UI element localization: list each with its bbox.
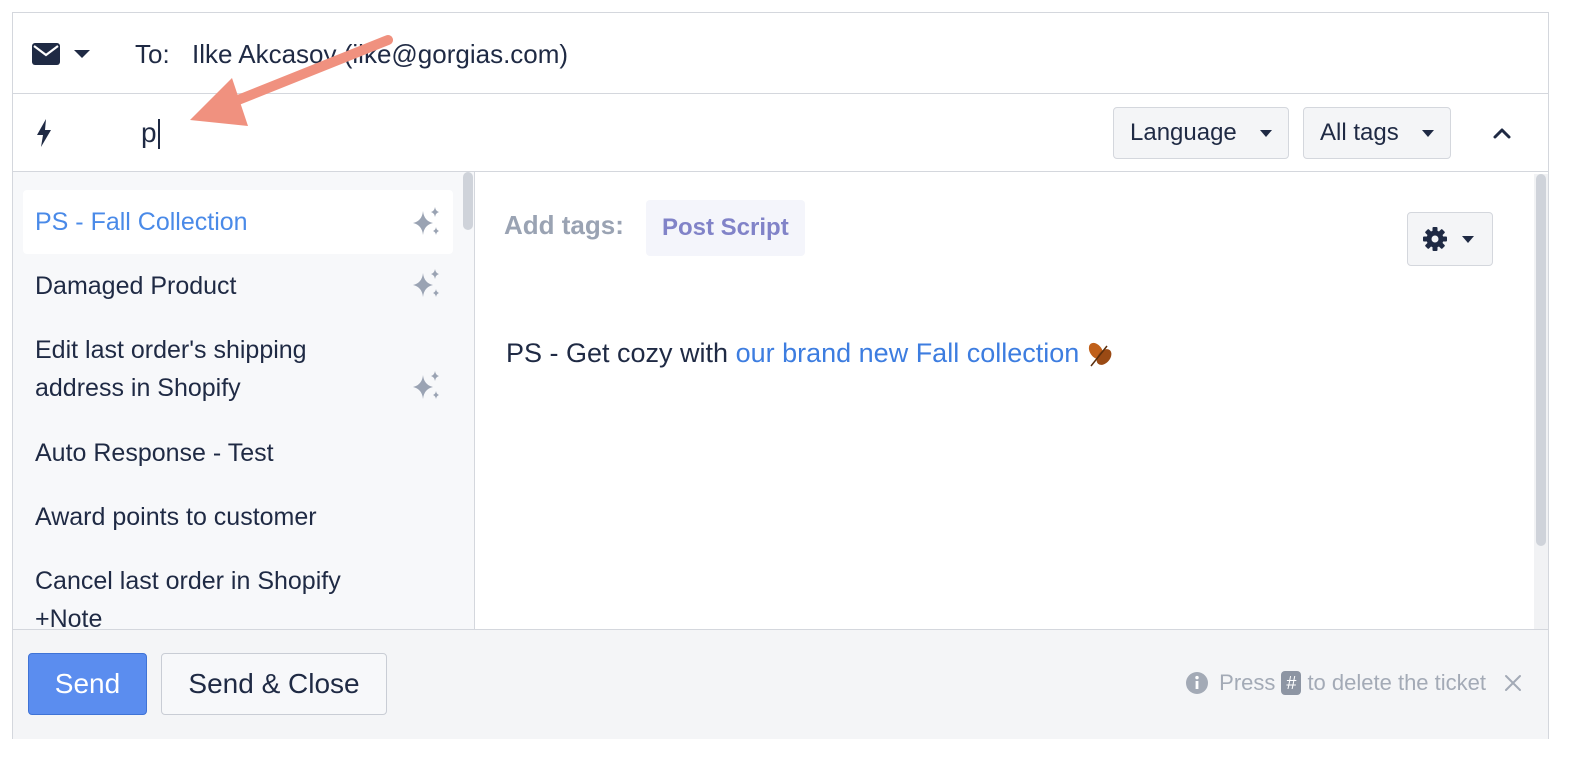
preview-link[interactable]: our brand new Fall collection	[736, 338, 1080, 368]
chevron-down-icon	[1260, 129, 1272, 137]
composer-footer: Send Send & Close Press # to delete the …	[13, 629, 1548, 739]
macro-label: Award points to customer	[35, 503, 317, 531]
macro-label: Auto Response - Test	[35, 439, 274, 467]
macro-label: Damaged Product	[35, 272, 237, 300]
preview-scrollbar[interactable]	[1534, 174, 1548, 629]
hint-prefix: Press	[1219, 670, 1276, 695]
preview-scrollbar-thumb[interactable]	[1536, 174, 1546, 546]
language-dropdown[interactable]: Language	[1113, 107, 1289, 159]
list-item[interactable]: Damaged Product	[23, 267, 453, 305]
tag-label: Post Script	[662, 214, 789, 241]
hint-key: #	[1281, 671, 1302, 695]
list-item[interactable]: Edit last order's shipping address in Sh…	[23, 331, 453, 407]
preview-body: PS - Get cozy with our brand new Fall co…	[506, 338, 1115, 370]
envelope-icon	[32, 43, 60, 65]
macro-label: PS - Fall Collection	[35, 208, 248, 236]
add-tags-label: Add tags:	[504, 210, 624, 240]
list-item[interactable]: Cancel last order in Shopify +Note	[23, 562, 453, 629]
tags-dropdown-label: All tags	[1320, 119, 1399, 146]
sparkle-icon	[413, 269, 439, 297]
list-item[interactable]: Auto Response - Test	[23, 434, 453, 472]
send-button[interactable]: Send	[28, 653, 147, 715]
recipient-row: To: Ilke Akcasoy (ilke@gorgias.com)	[13, 13, 1548, 94]
list-item[interactable]: PS - Fall Collection	[23, 190, 453, 254]
chevron-up-icon[interactable]	[1489, 120, 1515, 146]
text-caret	[158, 119, 160, 149]
hint-suffix: to delete the ticket	[1307, 670, 1486, 695]
gear-icon	[1423, 227, 1447, 251]
language-dropdown-label: Language	[1130, 119, 1237, 146]
macro-label: Cancel last order in Shopify +Note	[35, 567, 341, 629]
to-label: To:	[135, 39, 170, 69]
macro-preview: Add tags: Post Script PS - Get cozy with…	[476, 172, 1534, 629]
bolt-icon	[37, 119, 51, 147]
chevron-down-icon	[1422, 129, 1434, 137]
macro-list: PS - Fall Collection Damaged Product Edi…	[13, 172, 475, 629]
chevron-down-icon	[1462, 235, 1474, 243]
macro-search-input[interactable]	[141, 116, 641, 150]
channel-selector[interactable]	[31, 39, 95, 69]
sparkle-icon	[413, 371, 439, 399]
list-item[interactable]: Award points to customer	[23, 498, 453, 536]
sparkle-icon	[413, 207, 439, 235]
info-icon	[1186, 672, 1209, 694]
macro-search-row: Language All tags	[13, 94, 1548, 172]
delete-hint: Press # to delete the ticket	[1185, 670, 1522, 696]
tags-dropdown[interactable]: All tags	[1303, 107, 1451, 159]
tag-chip[interactable]: Post Script	[646, 200, 805, 256]
send-and-close-button[interactable]: Send & Close	[161, 653, 387, 715]
chevron-down-icon	[74, 50, 90, 58]
leaf-icon	[1089, 342, 1112, 367]
reply-composer: To: Ilke Akcasoy (ilke@gorgias.com) Lang…	[12, 12, 1549, 739]
list-scrollbar[interactable]	[463, 172, 473, 230]
macro-label: Edit last order's shipping address in Sh…	[35, 336, 307, 402]
preview-body-text: PS - Get cozy with	[506, 338, 736, 368]
close-icon[interactable]	[1504, 674, 1522, 692]
macro-actions-button[interactable]	[1407, 212, 1493, 266]
recipient-value[interactable]: Ilke Akcasoy (ilke@gorgias.com)	[192, 39, 568, 70]
